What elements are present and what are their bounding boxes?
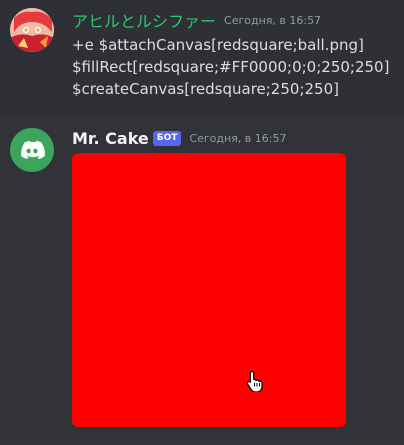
anime-character-avatar-icon (10, 8, 54, 52)
timestamp[interactable]: Сегодня, в 16:57 (224, 14, 321, 27)
message-group-user: アヒルとルシファー Сегодня, в 16:57 +e $attachCan… (0, 0, 404, 117)
timestamp[interactable]: Сегодня, в 16:57 (189, 132, 286, 145)
discord-logo-icon (10, 128, 54, 172)
message-header: Mr. Cake БОТ Сегодня, в 16:57 (72, 129, 286, 148)
hand-pointer-cursor-icon (246, 370, 263, 392)
bot-badge: БОТ (152, 131, 182, 146)
message-content: +e $attachCanvas[redsquare;ball.png] $fi… (72, 34, 389, 100)
message-line: +e $attachCanvas[redsquare;ball.png] (72, 36, 364, 54)
username[interactable]: アヒルとルシファー (72, 8, 216, 32)
message-group-bot: Mr. Cake БОТ Сегодня, в 16:57 (0, 117, 404, 445)
message-header: アヒルとルシファー Сегодня, в 16:57 (72, 8, 321, 32)
message-line: $fillRect[redsquare;#FF0000;0;0;250;250] (72, 58, 390, 76)
red-square-image (72, 153, 346, 427)
bot-avatar[interactable] (10, 128, 54, 172)
message-line: $createCanvas[redsquare;250;250] (72, 80, 339, 98)
user-avatar[interactable] (10, 8, 54, 52)
username[interactable]: Mr. Cake (72, 129, 149, 148)
image-attachment[interactable] (72, 153, 346, 427)
